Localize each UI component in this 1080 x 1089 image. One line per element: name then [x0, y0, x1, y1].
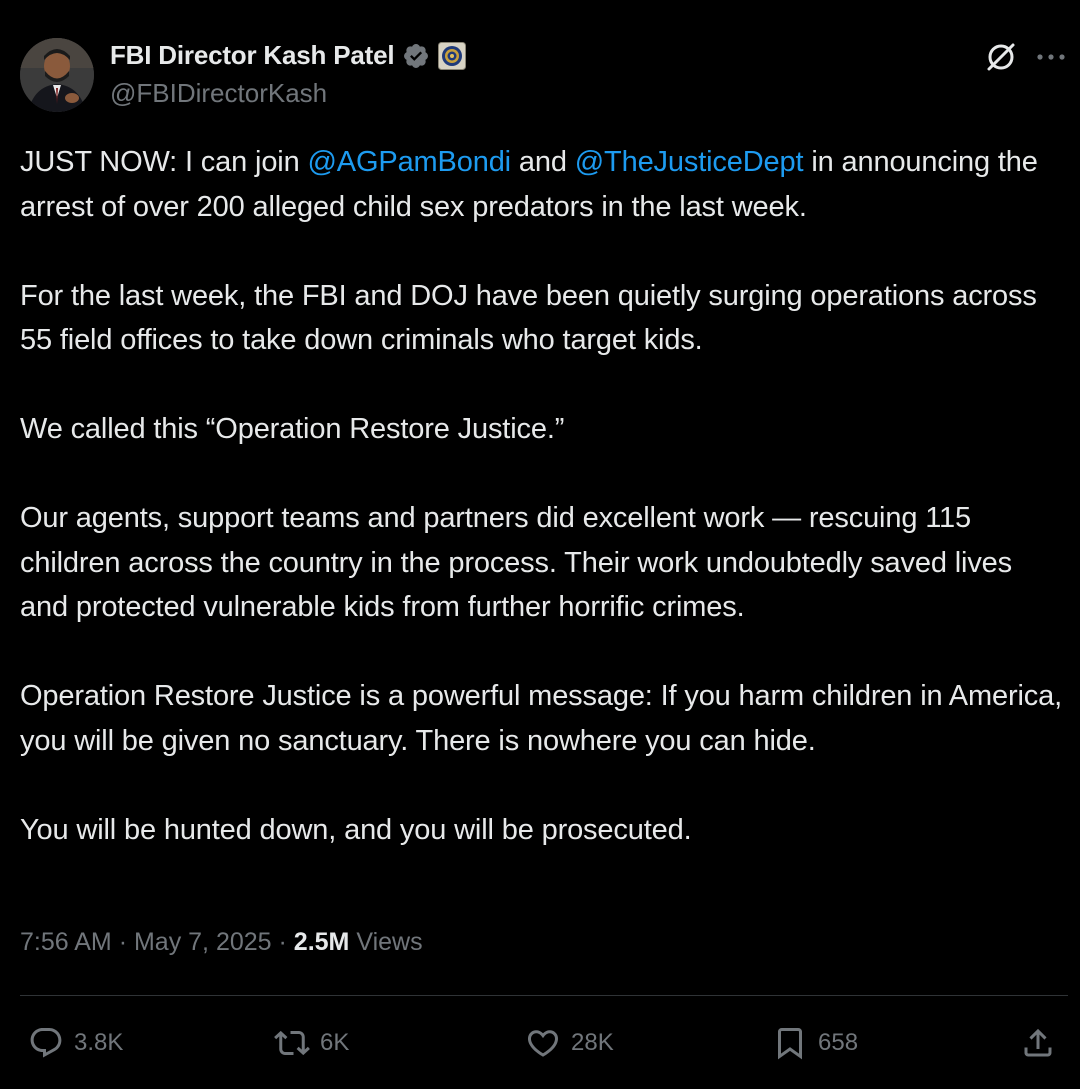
- reply-button[interactable]: 3.8K: [28, 1018, 123, 1068]
- views-count[interactable]: 2.5M: [294, 928, 350, 956]
- bookmark-count: 658: [818, 1029, 859, 1056]
- post-body: JUST NOW: I can join @AGPamBondi and @Th…: [20, 140, 1065, 852]
- more-options-icon[interactable]: [1034, 42, 1068, 72]
- post-date[interactable]: May 7, 2025: [134, 928, 272, 956]
- repost-count: 6K: [320, 1029, 350, 1056]
- post-text: We called this “Operation Restore Justic…: [20, 413, 565, 445]
- reply-count: 3.8K: [74, 1029, 124, 1056]
- post-text: Operation Restore Justice is a powerful …: [20, 680, 1062, 757]
- post-meta: 7:56 AM · May 7, 2025 · 2.5M Views: [20, 928, 423, 957]
- views-label: Views: [356, 928, 423, 956]
- post-text: JUST NOW: I can join: [20, 146, 308, 178]
- post-paragraph: JUST NOW: I can join @AGPamBondi and @Th…: [20, 140, 1065, 229]
- action-bar: 3.8K 6K 28K 658: [20, 1018, 1060, 1068]
- mention-link[interactable]: @TheJusticeDept: [575, 146, 804, 178]
- share-button[interactable]: [1020, 1018, 1056, 1068]
- post-text: For the last week, the FBI and DOJ have …: [20, 279, 1037, 357]
- grok-icon[interactable]: [984, 40, 1018, 74]
- post-paragraph: You will be hunted down, and you will be…: [20, 808, 1065, 853]
- post-header: FBI Director Kash Patel @FBIDirectorKash: [20, 38, 1070, 118]
- fbi-seal-icon[interactable]: [438, 41, 467, 70]
- avatar[interactable]: [20, 38, 94, 112]
- post-paragraph: Operation Restore Justice is a powerful …: [20, 674, 1065, 763]
- bookmark-button[interactable]: 658: [772, 1018, 858, 1068]
- bookmark-icon: [778, 1028, 802, 1060]
- post-paragraph: For the last week, the FBI and DOJ have …: [20, 274, 1065, 363]
- divider: [20, 995, 1068, 996]
- display-name[interactable]: FBI Director Kash Patel: [110, 40, 395, 71]
- repost-icon: [274, 1030, 310, 1056]
- post-text: and: [510, 146, 575, 178]
- handle[interactable]: @FBIDirectorKash: [110, 78, 327, 109]
- post-text: You will be hunted down, and you will be…: [20, 813, 692, 846]
- like-count: 28K: [571, 1029, 614, 1056]
- mention-link[interactable]: @AGPamBondi: [307, 146, 511, 178]
- name-row: FBI Director Kash Patel: [110, 40, 467, 71]
- share-icon: [1024, 1028, 1052, 1057]
- post-time[interactable]: 7:56 AM: [20, 928, 112, 956]
- post-paragraph: We called this “Operation Restore Justic…: [20, 407, 1065, 452]
- meta-separator: ·: [118, 928, 128, 956]
- heart-icon: [527, 1030, 559, 1057]
- post-paragraph: Our agents, support teams and partners d…: [20, 496, 1065, 630]
- post-text: Our agents, support teams and partners d…: [20, 502, 1013, 623]
- verified-badge-icon[interactable]: [402, 42, 430, 70]
- repost-button[interactable]: 6K: [274, 1018, 349, 1068]
- like-button[interactable]: 28K: [525, 1018, 614, 1068]
- meta-separator: ·: [278, 928, 287, 956]
- reply-icon: [30, 1028, 62, 1058]
- avatar-image: [20, 38, 94, 112]
